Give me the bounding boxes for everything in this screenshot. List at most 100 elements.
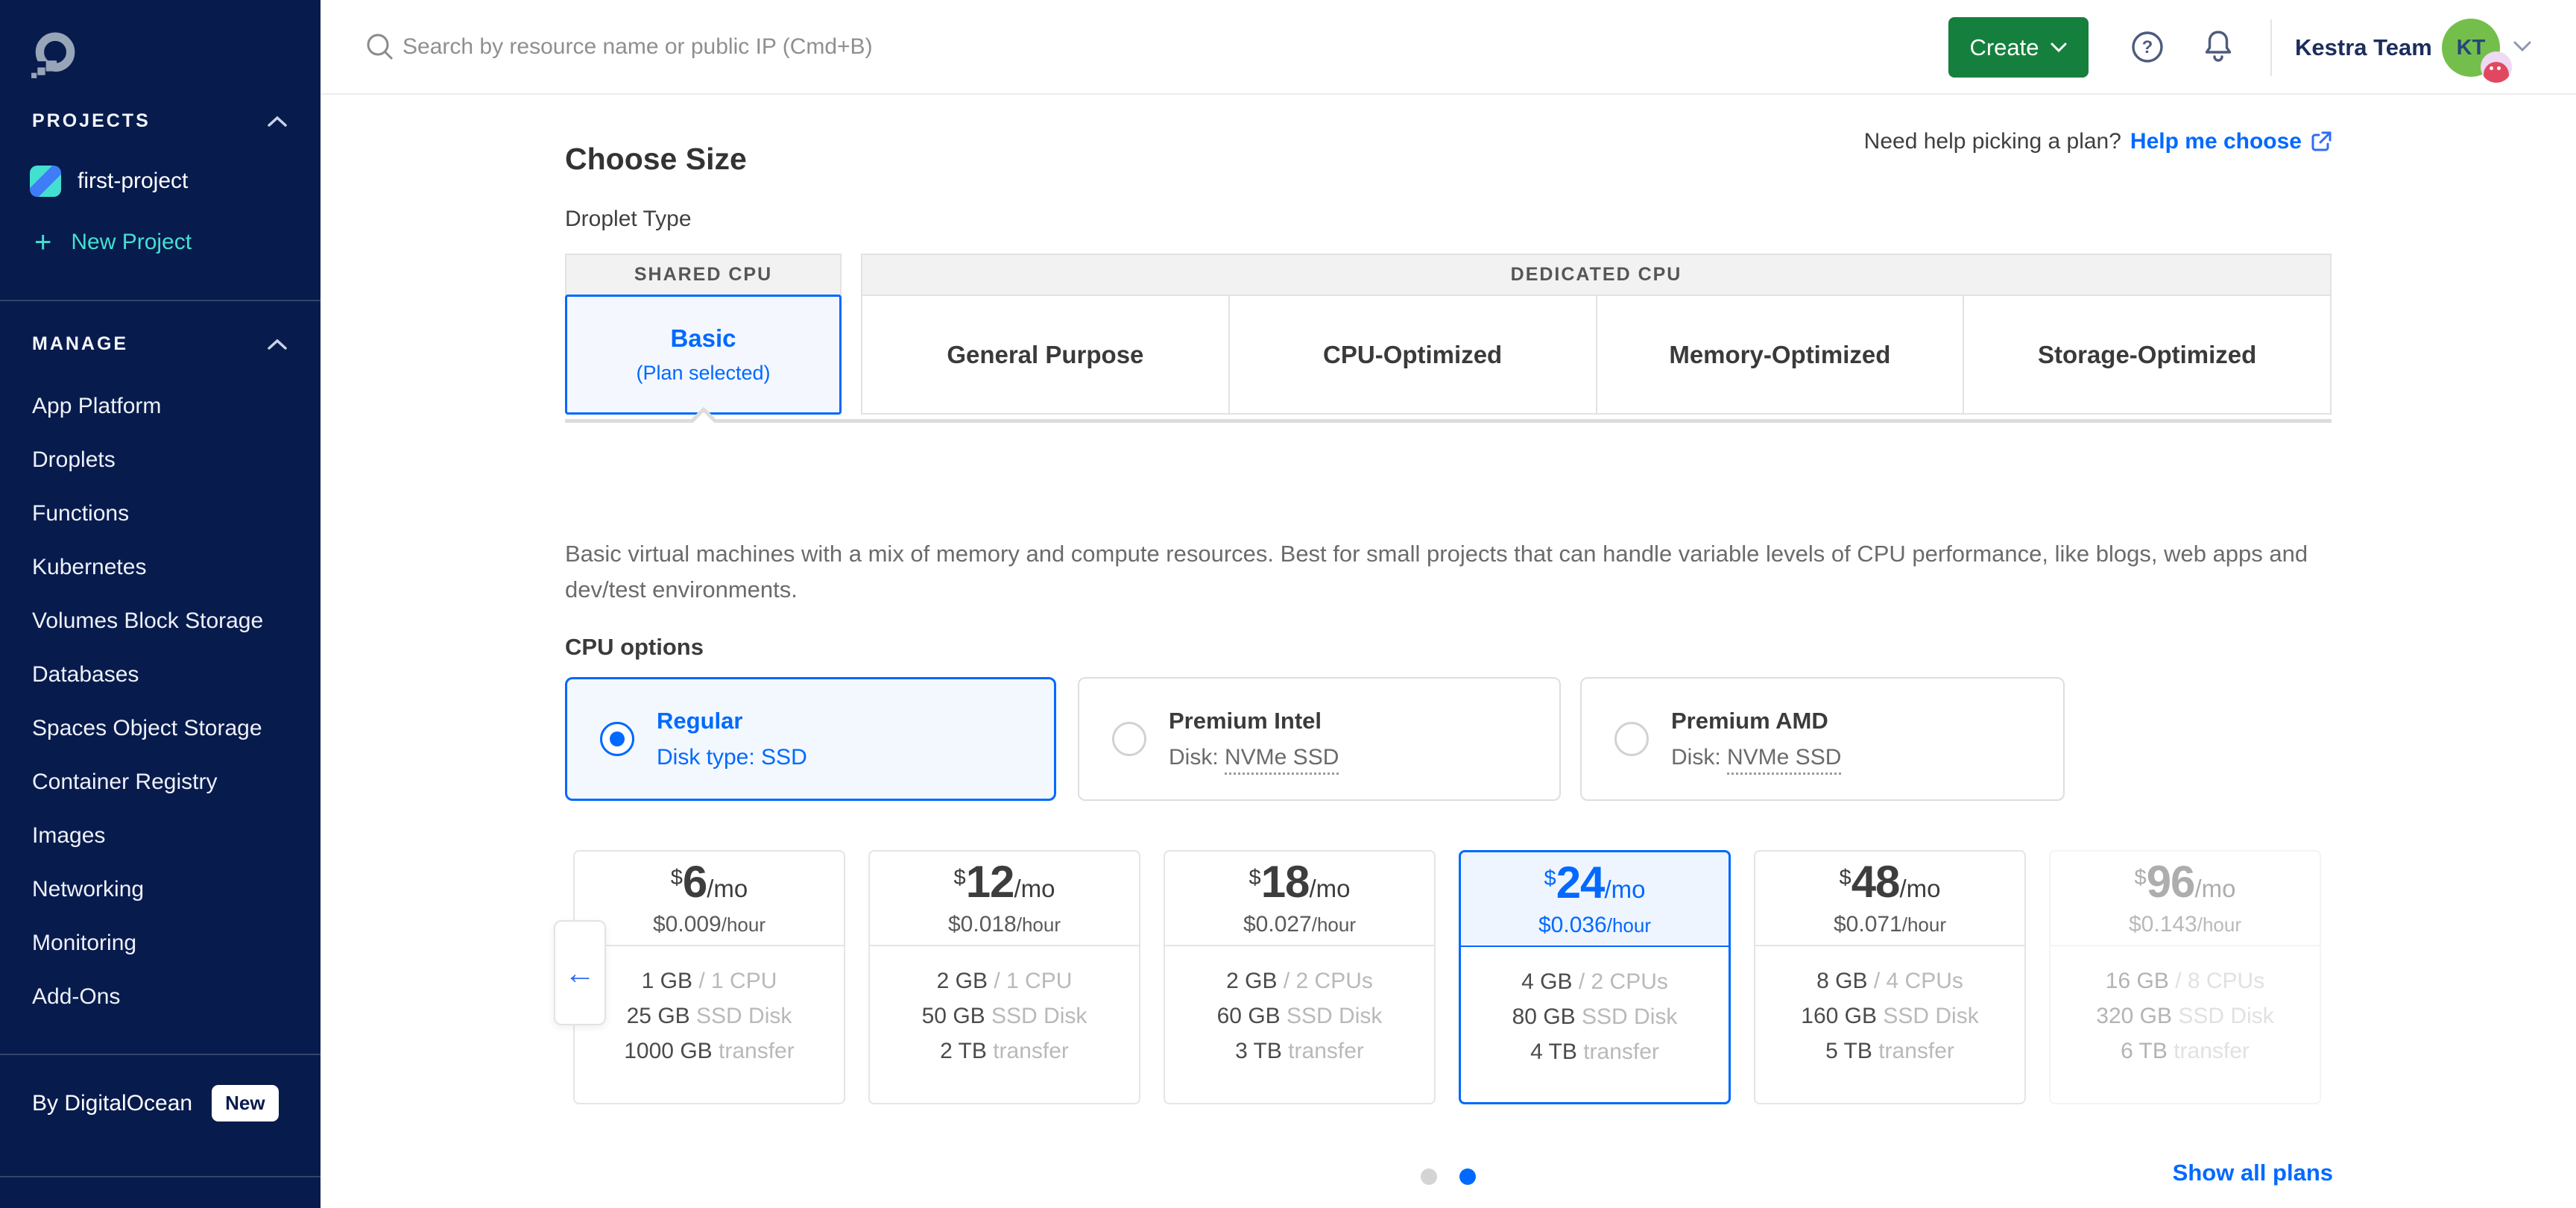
chevron-down-icon bbox=[2050, 42, 2068, 53]
manage-header-label: MANAGE bbox=[32, 333, 128, 355]
new-badge: New bbox=[212, 1085, 278, 1122]
sidebar-divider bbox=[0, 300, 321, 301]
plan-price-header: $24/mo $0.036/hour bbox=[1461, 852, 1729, 947]
sidebar-item-images[interactable]: Images bbox=[0, 809, 321, 863]
plan-specs: 1 GB / 1 CPU 25 GB SSD Disk 1000 GB tran… bbox=[575, 946, 844, 1064]
plan-price-header: $96/mo $0.143/hour bbox=[2051, 852, 2320, 946]
project-name: first-project bbox=[78, 169, 188, 194]
tab-general-purpose[interactable]: General Purpose bbox=[862, 296, 1228, 413]
cpu-option-subtitle: Disk: NVMe SSD bbox=[1169, 745, 1339, 770]
plan-specs: 2 GB / 1 CPU 50 GB SSD Disk 2 TB transfe… bbox=[870, 946, 1139, 1064]
sidebar-item-container-registry[interactable]: Container Registry bbox=[0, 755, 321, 809]
manage-section-header[interactable]: MANAGE bbox=[32, 333, 288, 355]
sidebar-item-databases[interactable]: Databases bbox=[0, 648, 321, 702]
cpu-option-subtitle: Disk type: SSD bbox=[657, 745, 807, 770]
plan-card-12mo[interactable]: $12/mo $0.018/hour 2 GB / 1 CPU 50 GB SS… bbox=[868, 850, 1140, 1104]
search-input[interactable] bbox=[401, 22, 1597, 72]
plan-card-6mo[interactable]: $6/mo $0.009/hour 1 GB / 1 CPU 25 GB SSD… bbox=[573, 850, 845, 1104]
left-arrow-icon: ← bbox=[564, 955, 596, 991]
tab-memory-optimized[interactable]: Memory-Optimized bbox=[1596, 296, 1963, 413]
basic-tab-sublabel: (Plan selected) bbox=[636, 362, 770, 385]
sidebar-divider bbox=[0, 1176, 321, 1177]
plan-card-96mo[interactable]: $96/mo $0.143/hour 16 GB / 8 CPUs 320 GB… bbox=[2049, 850, 2321, 1104]
project-icon bbox=[30, 166, 61, 197]
external-link-icon bbox=[2309, 130, 2333, 154]
sidebar-item-kubernetes[interactable]: Kubernetes bbox=[0, 541, 321, 594]
pagination-dot-1[interactable] bbox=[1421, 1168, 1437, 1185]
plan-card-48mo[interactable]: $48/mo $0.071/hour 8 GB / 4 CPUs 160 GB … bbox=[1754, 850, 2026, 1104]
plan-description: Basic virtual machines with a mix of mem… bbox=[565, 536, 2346, 608]
plan-specs: 2 GB / 2 CPUs 60 GB SSD Disk 3 TB transf… bbox=[1165, 946, 1434, 1064]
search-icon bbox=[364, 31, 396, 63]
account-menu[interactable]: KT bbox=[2442, 19, 2531, 78]
show-all-plans-link[interactable]: Show all plans bbox=[2173, 1160, 2333, 1186]
tab-storage-optimized[interactable]: Storage-Optimized bbox=[1963, 296, 2330, 413]
cpu-option-title: Premium Intel bbox=[1169, 708, 1339, 734]
team-name: Kestra Team bbox=[2295, 0, 2432, 95]
pagination-dot-2-active[interactable] bbox=[1459, 1168, 1476, 1185]
sidebar-item-add-ons[interactable]: Add-Ons bbox=[0, 970, 321, 1024]
create-button[interactable]: Create bbox=[1948, 17, 2089, 78]
tab-cpu-optimized[interactable]: CPU-Optimized bbox=[1228, 296, 1596, 413]
dedicated-cpu-header: DEDICATED CPU bbox=[861, 254, 2332, 296]
sidebar: PROJECTS first-project + New Project MAN… bbox=[0, 0, 321, 1208]
radio-unselected-icon bbox=[1112, 722, 1146, 756]
sidebar-divider bbox=[0, 1054, 321, 1055]
page-title: Choose Size bbox=[565, 142, 747, 177]
avatar-badge-icon bbox=[2481, 51, 2512, 83]
tab-basic-selected[interactable]: Basic (Plan selected) bbox=[565, 295, 842, 415]
basic-tab-label: Basic bbox=[670, 324, 736, 353]
projects-header-label: PROJECTS bbox=[32, 110, 151, 132]
topbar: Create ? Kestra Team KT bbox=[321, 0, 2576, 95]
manage-nav: App Platform Droplets Functions Kubernet… bbox=[0, 380, 321, 1024]
avatar-initials: KT bbox=[2457, 36, 2486, 60]
cpu-option-premium-amd[interactable]: Premium AMD Disk: NVMe SSD bbox=[1580, 677, 2065, 801]
notifications-button[interactable] bbox=[2200, 28, 2236, 68]
help-prompt: Need help picking a plan? bbox=[1864, 129, 2121, 154]
sidebar-item-volumes-block-storage[interactable]: Volumes Block Storage bbox=[0, 594, 321, 648]
sidebar-item-functions[interactable]: Functions bbox=[0, 487, 321, 541]
cpu-option-title: Regular bbox=[657, 708, 807, 734]
help-me-choose-link[interactable]: Help me choose bbox=[2130, 129, 2333, 154]
plan-specs: 16 GB / 8 CPUs 320 GB SSD Disk 6 TB tran… bbox=[2051, 946, 2320, 1064]
plan-price-header: $12/mo $0.018/hour bbox=[870, 852, 1139, 946]
plan-price-header: $6/mo $0.009/hour bbox=[575, 852, 844, 946]
topbar-divider bbox=[2270, 19, 2272, 76]
cpu-option-title: Premium AMD bbox=[1671, 708, 1841, 734]
dedicated-tabs: General Purpose CPU-Optimized Memory-Opt… bbox=[861, 295, 2332, 415]
plan-specs: 8 GB / 4 CPUs 160 GB SSD Disk 5 TB trans… bbox=[1755, 946, 2024, 1064]
help-button[interactable]: ? bbox=[2130, 30, 2165, 66]
projects-section-header[interactable]: PROJECTS bbox=[32, 110, 288, 132]
digitalocean-logo-icon bbox=[30, 31, 79, 81]
plan-card-18mo[interactable]: $18/mo $0.027/hour 2 GB / 2 CPUs 60 GB S… bbox=[1164, 850, 1436, 1104]
cpu-options-label: CPU options bbox=[565, 634, 704, 661]
plan-specs: 4 GB / 2 CPUs 80 GB SSD Disk 4 TB transf… bbox=[1461, 947, 1729, 1065]
question-circle-icon: ? bbox=[2130, 30, 2165, 64]
sidebar-item-spaces-object-storage[interactable]: Spaces Object Storage bbox=[0, 702, 321, 755]
sidebar-item-monitoring[interactable]: Monitoring bbox=[0, 916, 321, 970]
carousel-pagination bbox=[565, 1168, 2332, 1185]
sidebar-item-first-project[interactable]: first-project bbox=[30, 166, 188, 197]
chevron-up-icon bbox=[266, 338, 288, 351]
radio-selected-icon bbox=[600, 722, 634, 756]
by-digitalocean-label: By DigitalOcean bbox=[32, 1091, 192, 1116]
plan-price-header: $18/mo $0.027/hour bbox=[1165, 852, 1434, 946]
radio-unselected-icon bbox=[1614, 722, 1649, 756]
sidebar-item-app-platform[interactable]: App Platform bbox=[0, 380, 321, 433]
new-project-button[interactable]: + New Project bbox=[34, 227, 192, 257]
bell-icon bbox=[2200, 28, 2236, 66]
new-project-label: New Project bbox=[71, 230, 192, 255]
chevron-down-icon bbox=[2512, 40, 2533, 53]
help-row: Need help picking a plan? Help me choose bbox=[1864, 129, 2333, 154]
carousel-prev-button[interactable]: ← bbox=[554, 920, 606, 1025]
shared-cpu-header: SHARED CPU bbox=[565, 254, 842, 296]
by-digitalocean-row[interactable]: By DigitalOcean New bbox=[32, 1085, 279, 1122]
sidebar-item-networking[interactable]: Networking bbox=[0, 863, 321, 916]
cpu-option-regular[interactable]: Regular Disk type: SSD bbox=[565, 677, 1056, 801]
plan-price-header: $48/mo $0.071/hour bbox=[1755, 852, 2024, 946]
cpu-option-premium-intel[interactable]: Premium Intel Disk: NVMe SSD bbox=[1078, 677, 1561, 801]
cpu-option-subtitle: Disk: NVMe SSD bbox=[1671, 745, 1841, 770]
sidebar-item-droplets[interactable]: Droplets bbox=[0, 433, 321, 487]
plan-card-24mo-selected[interactable]: $24/mo $0.036/hour 4 GB / 2 CPUs 80 GB S… bbox=[1459, 850, 1731, 1104]
create-button-label: Create bbox=[1969, 34, 2039, 61]
